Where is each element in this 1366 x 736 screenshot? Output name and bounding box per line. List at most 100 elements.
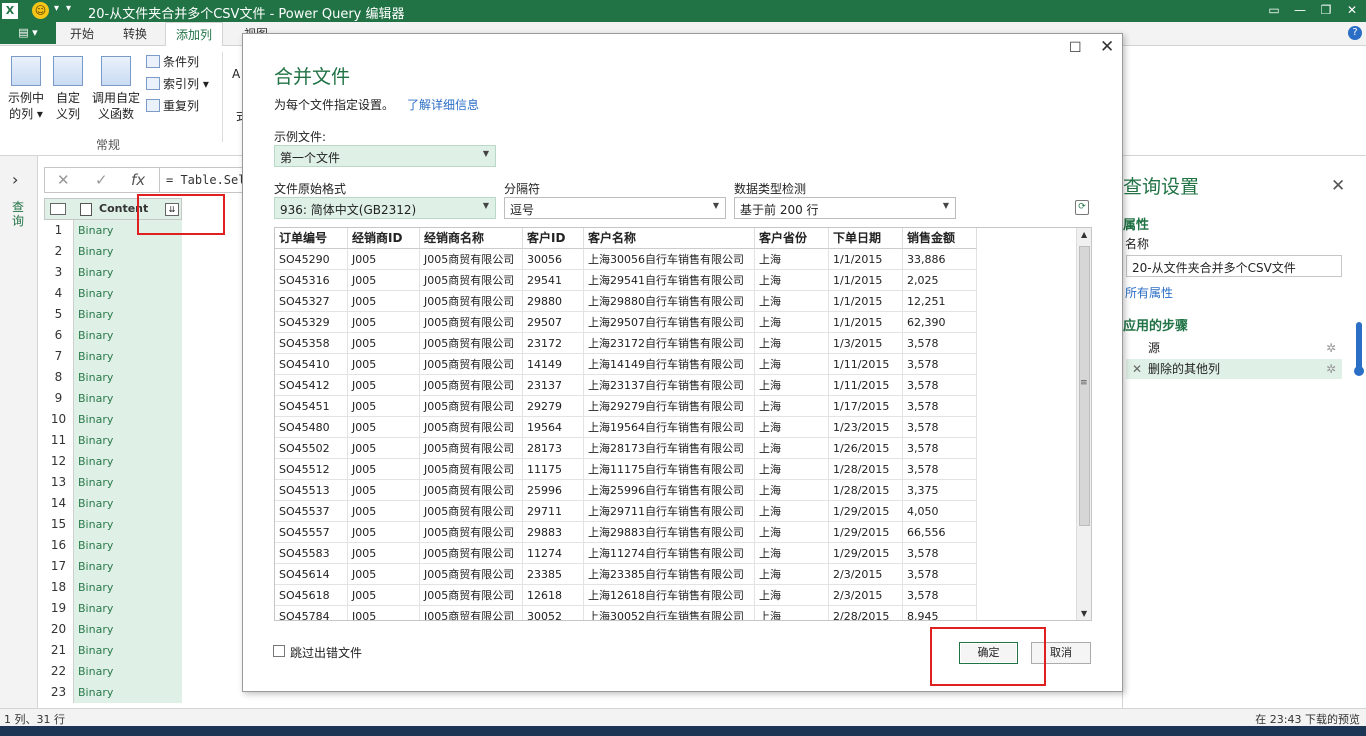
row-number[interactable]: 23	[44, 682, 74, 703]
gear-icon[interactable]: ✲	[1326, 359, 1336, 379]
table-row[interactable]: 10 Binary	[44, 409, 182, 430]
quick-access-customize[interactable]: ▾	[66, 3, 71, 14]
refresh-preview-icon[interactable]: ⟳	[1075, 200, 1089, 215]
row-number[interactable]: 8	[44, 367, 74, 388]
row-number[interactable]: 1	[44, 220, 74, 241]
row-number[interactable]: 2	[44, 241, 74, 262]
table-row[interactable]: 23 Binary	[44, 682, 182, 703]
cancel-formula-icon[interactable]: ✕	[57, 171, 70, 189]
table-row[interactable]: 12 Binary	[44, 451, 182, 472]
help-icon[interactable]: ?	[1348, 26, 1362, 40]
row-number[interactable]: 6	[44, 325, 74, 346]
restore-button[interactable]: ❐	[1312, 1, 1340, 19]
pane-scrollbar-knob[interactable]	[1354, 366, 1364, 376]
table-row[interactable]: 8 Binary	[44, 367, 182, 388]
formula-input[interactable]: = Table.Sele	[159, 167, 249, 193]
table-row[interactable]: 15 Binary	[44, 514, 182, 535]
row-number[interactable]: 11	[44, 430, 74, 451]
table-row[interactable]: 3 Binary	[44, 262, 182, 283]
preview-scrollbar[interactable]: ▲ ≡ ▼	[1076, 228, 1091, 620]
table-row[interactable]: 2 Binary	[44, 241, 182, 262]
confirm-formula-icon[interactable]: ✓	[95, 171, 108, 189]
binary-cell[interactable]: Binary	[74, 241, 182, 262]
table-menu-icon[interactable]	[50, 203, 66, 215]
skip-errors-label[interactable]: 跳过出错文件	[290, 644, 362, 661]
data-type-detection-select[interactable]: 基于前 200 行 ▼	[734, 197, 956, 219]
table-row[interactable]: 13 Binary	[44, 472, 182, 493]
close-icon[interactable]: ✕	[1331, 176, 1345, 196]
table-row[interactable]: 7 Binary	[44, 346, 182, 367]
close-dialog-icon[interactable]: ✕	[1100, 37, 1114, 57]
binary-cell[interactable]: Binary	[74, 388, 182, 409]
binary-cell[interactable]: Binary	[74, 346, 182, 367]
delete-step-icon[interactable]: ✕	[1132, 359, 1142, 379]
quick-access-dropdown[interactable]: ▾	[54, 3, 59, 14]
row-number[interactable]: 13	[44, 472, 74, 493]
row-number[interactable]: 18	[44, 577, 74, 598]
row-number[interactable]: 12	[44, 451, 74, 472]
delimiter-select[interactable]: 逗号 ▼	[504, 197, 726, 219]
binary-type-icon[interactable]	[80, 203, 92, 216]
row-number[interactable]: 3	[44, 262, 74, 283]
table-row[interactable]: 19 Binary	[44, 598, 182, 619]
binary-cell[interactable]: Binary	[74, 367, 182, 388]
table-row[interactable]: 11 Binary	[44, 430, 182, 451]
tab-home[interactable]: 开始	[70, 25, 94, 42]
column-from-examples-button[interactable]: 示例中 的列 ▾	[6, 56, 46, 122]
invoke-custom-function-button[interactable]: 调用自定 义函数	[90, 56, 142, 122]
maximize-dialog-icon[interactable]: ☐	[1069, 40, 1082, 56]
row-number[interactable]: 16	[44, 535, 74, 556]
queries-pane-label[interactable]: 查询	[12, 200, 26, 228]
gear-icon[interactable]: ✲	[1326, 338, 1336, 358]
binary-cell[interactable]: Binary	[74, 514, 182, 535]
table-row[interactable]: 21 Binary	[44, 640, 182, 661]
tab-transform[interactable]: 转换	[123, 25, 147, 42]
binary-cell[interactable]: Binary	[74, 640, 182, 661]
row-number[interactable]: 9	[44, 388, 74, 409]
row-number[interactable]: 17	[44, 556, 74, 577]
window-mode-button[interactable]: ▭	[1260, 1, 1288, 19]
binary-cell[interactable]: Binary	[74, 556, 182, 577]
learn-more-link[interactable]: 了解详细信息	[407, 96, 479, 113]
row-number[interactable]: 5	[44, 304, 74, 325]
binary-cell[interactable]: Binary	[74, 409, 182, 430]
index-column-button[interactable]: 索引列 ▾	[146, 74, 209, 94]
row-number[interactable]: 4	[44, 283, 74, 304]
table-row[interactable]: 4 Binary	[44, 283, 182, 304]
binary-cell[interactable]: Binary	[74, 451, 182, 472]
binary-cell[interactable]: Binary	[74, 661, 182, 682]
row-number[interactable]: 15	[44, 514, 74, 535]
table-row[interactable]: 20 Binary	[44, 619, 182, 640]
minimize-button[interactable]: —	[1286, 1, 1314, 19]
row-number[interactable]: 10	[44, 409, 74, 430]
fx-icon[interactable]: fx	[131, 171, 145, 189]
step-removed-other-columns[interactable]: ✕ 删除的其他列 ✲	[1126, 359, 1342, 379]
table-row[interactable]: 17 Binary	[44, 556, 182, 577]
all-properties-link[interactable]: 所有属性	[1125, 284, 1173, 301]
row-number[interactable]: 20	[44, 619, 74, 640]
binary-cell[interactable]: Binary	[74, 325, 182, 346]
duplicate-column-button[interactable]: 重复列	[146, 96, 199, 116]
binary-cell[interactable]: Binary	[74, 304, 182, 325]
tab-add-column[interactable]: 添加列	[165, 22, 224, 47]
table-row[interactable]: 5 Binary	[44, 304, 182, 325]
sample-file-select[interactable]: 第一个文件 ▼	[274, 145, 496, 167]
binary-cell[interactable]: Binary	[74, 430, 182, 451]
table-row[interactable]: 18 Binary	[44, 577, 182, 598]
scroll-up-icon[interactable]: ▲	[1081, 230, 1087, 239]
row-number[interactable]: 21	[44, 640, 74, 661]
table-row[interactable]: 16 Binary	[44, 535, 182, 556]
skip-errors-checkbox[interactable]	[273, 645, 285, 657]
binary-cell[interactable]: Binary	[74, 472, 182, 493]
row-number[interactable]: 19	[44, 598, 74, 619]
step-source[interactable]: 源 ✲	[1126, 338, 1342, 358]
table-row[interactable]: 6 Binary	[44, 325, 182, 346]
row-number[interactable]: 14	[44, 493, 74, 514]
smiley-feedback-icon[interactable]: ☺	[32, 2, 49, 19]
binary-cell[interactable]: Binary	[74, 283, 182, 304]
file-origin-select[interactable]: 936: 简体中文(GB2312) ▼	[274, 197, 496, 219]
row-number[interactable]: 7	[44, 346, 74, 367]
table-row[interactable]: 14 Binary	[44, 493, 182, 514]
binary-cell[interactable]: Binary	[74, 262, 182, 283]
table-row[interactable]: 22 Binary	[44, 661, 182, 682]
